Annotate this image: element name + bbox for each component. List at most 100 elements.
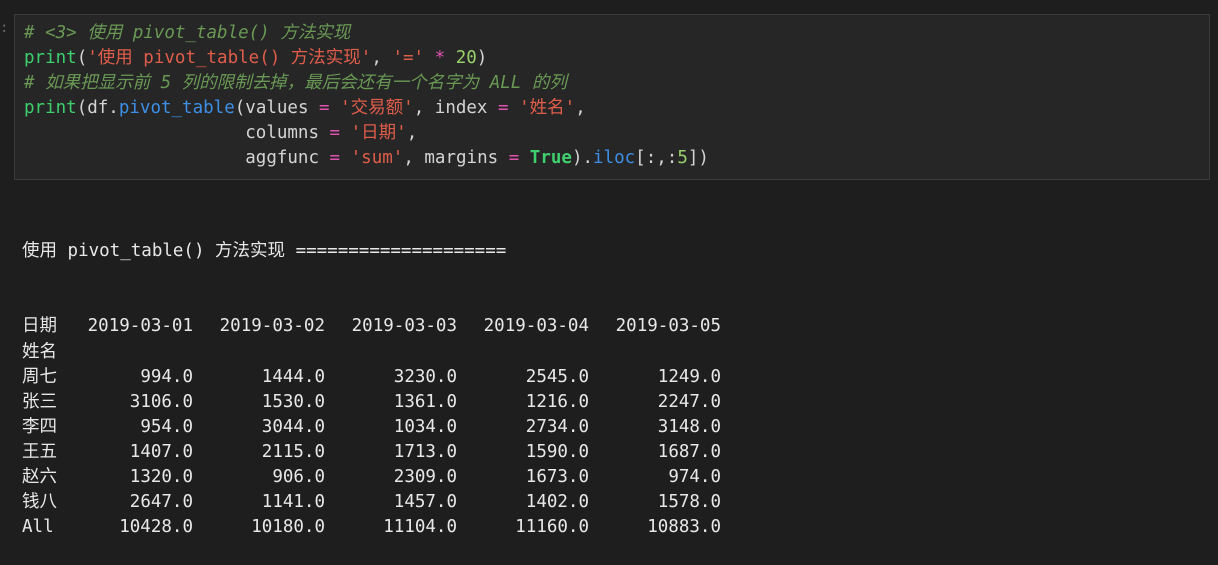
- table-row: 周七 994.0 1444.0 3230.0 2545.0 1249.0: [22, 365, 721, 390]
- row-index-name: All: [22, 517, 54, 538]
- code-line: print(df.pivot_table(values = '交易额', ind…: [24, 96, 709, 121]
- table-cell: 1444.0: [261, 366, 325, 387]
- code-token: (df.: [76, 98, 119, 118]
- code-token: # <3> 使用 pivot_table() 方法实现: [24, 23, 351, 43]
- pivot-table-output: 日期 2019-03-01 2019-03-02 2019-03-03 2019…: [22, 314, 721, 540]
- code-token: '交易额': [340, 98, 414, 118]
- row-index-name: 赵六: [22, 467, 57, 488]
- row-index-name: 王五: [22, 441, 57, 462]
- table-cell: 1713.0: [393, 441, 457, 462]
- code-editor[interactable]: # <3> 使用 pivot_table() 方法实现 print('使用 piv…: [24, 21, 709, 171]
- code-token: (: [76, 48, 88, 68]
- table-cell: 1590.0: [525, 441, 589, 462]
- table-cell: 994.0: [140, 366, 193, 387]
- table-row: 李四 954.0 3044.0 1034.0 2734.0 3148.0: [22, 415, 721, 440]
- table-cell: 10883.0: [647, 517, 721, 538]
- row-index-name: 李四: [22, 416, 57, 437]
- table-cell: 11104.0: [383, 517, 457, 538]
- table-cell: 10428.0: [119, 517, 193, 538]
- table-cell: 1530.0: [261, 391, 325, 412]
- code-line: aggfunc = 'sum', margins = True).iloc[:,…: [24, 146, 709, 171]
- code-token: iloc: [593, 148, 636, 168]
- code-token: columns: [24, 123, 330, 143]
- code-token: ): [476, 48, 488, 68]
- code-cell[interactable]: # <3> 使用 pivot_table() 方法实现 print('使用 piv…: [14, 14, 1210, 180]
- table-cell: 1034.0: [393, 416, 457, 437]
- code-token: # 如果把显示前 5 列的限制去掉，最后会还有一个名字为 ALL 的列: [24, 73, 567, 93]
- column-header: 2019-03-03: [351, 316, 457, 337]
- table-row: All 10428.0 10180.0 11104.0 11160.0 10883.0: [22, 515, 721, 540]
- table-cell: 1402.0: [525, 492, 589, 513]
- table-row: 王五 1407.0 2115.0 1713.0 1590.0 1687.0: [22, 440, 721, 465]
- column-header: 2019-03-01: [87, 316, 193, 337]
- table-cell: 2309.0: [393, 467, 457, 488]
- code-token: , margins: [403, 148, 509, 168]
- table-cell: 1216.0: [525, 391, 589, 412]
- code-token: =: [508, 148, 520, 168]
- code-token: (values: [234, 98, 320, 118]
- code-token: 'sum': [350, 148, 404, 168]
- table-cell: 1687.0: [657, 441, 721, 462]
- table-cell: 954.0: [140, 416, 193, 437]
- table-cell: 1320.0: [129, 467, 193, 488]
- code-token: ,: [371, 48, 393, 68]
- code-token: =: [329, 123, 341, 143]
- table-cell: 3148.0: [657, 416, 721, 437]
- table-row: 张三 3106.0 1530.0 1361.0 1216.0 2247.0: [22, 390, 721, 415]
- code-token: ]): [687, 148, 709, 168]
- table-cell: 1141.0: [261, 492, 325, 513]
- column-header: 2019-03-02: [219, 316, 325, 337]
- code-token: [:,:: [635, 148, 678, 168]
- index-label: 姓名: [22, 341, 57, 362]
- table-cell: 1407.0: [129, 441, 193, 462]
- table-cell: 3106.0: [129, 391, 193, 412]
- code-token: 5: [677, 148, 688, 168]
- table-cell: 2247.0: [657, 391, 721, 412]
- table-cell: 1457.0: [393, 492, 457, 513]
- code-token: '姓名': [519, 98, 576, 118]
- table-row: 赵六 1320.0 906.0 2309.0 1673.0 974.0: [22, 465, 721, 490]
- code-token: ).: [571, 148, 594, 168]
- code-line: columns = '日期',: [24, 121, 709, 146]
- table-row: 钱八 2647.0 1141.0 1457.0 1402.0 1578.0: [22, 490, 721, 515]
- code-token: *: [434, 48, 446, 68]
- code-token: pivot_table: [118, 98, 235, 118]
- code-token: print: [24, 98, 77, 118]
- table-cell: 1673.0: [525, 467, 589, 488]
- table-cell: 3044.0: [261, 416, 325, 437]
- code-token: ,: [575, 98, 586, 118]
- table-cell: 2734.0: [525, 416, 589, 437]
- table-cell: 1578.0: [657, 492, 721, 513]
- table-cell: 974.0: [668, 467, 721, 488]
- code-token: '使用 pivot_table() 方法实现': [87, 48, 372, 68]
- table-cell: 10180.0: [251, 517, 325, 538]
- code-token: 20: [455, 48, 477, 68]
- columns-label: 日期: [22, 316, 57, 337]
- code-token: =: [319, 98, 330, 118]
- table-cell: 2115.0: [261, 441, 325, 462]
- code-token: '日期': [350, 123, 407, 143]
- code-token: ,: [406, 123, 418, 143]
- code-line: # <3> 使用 pivot_table() 方法实现: [24, 21, 709, 46]
- code-token: =: [498, 98, 509, 118]
- table-cell: 2647.0: [129, 492, 193, 513]
- code-line: print('使用 pivot_table() 方法实现', '=' * 20): [24, 46, 709, 71]
- table-cell: 1361.0: [393, 391, 457, 412]
- columns-header-row: 日期 2019-03-01 2019-03-02 2019-03-03 2019…: [22, 314, 721, 339]
- cell-output: 使用 pivot_table() 方法实现 ==================…: [22, 189, 721, 565]
- row-index-name: 周七: [22, 366, 57, 387]
- code-token: =: [329, 148, 341, 168]
- code-line: # 如果把显示前 5 列的限制去掉，最后会还有一个名字为 ALL 的列: [24, 71, 709, 96]
- table-cell: 2545.0: [525, 366, 589, 387]
- index-label-row: 姓名: [22, 340, 721, 365]
- column-header: 2019-03-04: [483, 316, 589, 337]
- cell-gutter-marker: :: [0, 20, 9, 36]
- output-header-line: 使用 pivot_table() 方法实现 ==================…: [22, 241, 507, 262]
